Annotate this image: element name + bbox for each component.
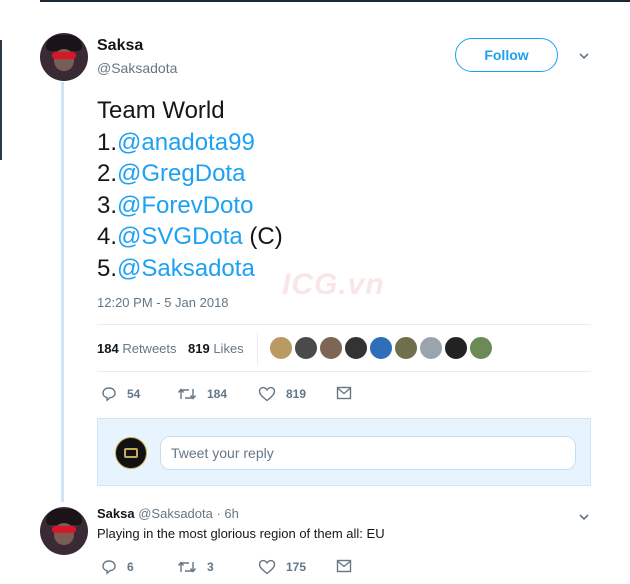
liker-avatar[interactable] <box>344 336 368 360</box>
tweet-line: 3.@ForevDoto <box>97 191 254 219</box>
mention-link[interactable]: @GregDota <box>117 160 245 187</box>
retweet-button[interactable]: 3 <box>177 559 214 575</box>
like-button[interactable]: 819 <box>258 386 306 402</box>
reply-author-handle[interactable]: @Saksadota <box>138 506 213 521</box>
reply-author-avatar[interactable] <box>40 507 88 555</box>
liker-avatar[interactable] <box>419 336 443 360</box>
tweet-line: 1.@anadota99 <box>97 128 255 156</box>
liker-avatar[interactable] <box>294 336 318 360</box>
liker-avatar[interactable] <box>319 336 343 360</box>
direct-message-button[interactable] <box>336 386 352 400</box>
heart-icon <box>258 386 276 402</box>
retweet-icon <box>177 559 197 575</box>
mention-link[interactable]: @Saksadota <box>117 255 255 282</box>
watermark: ICG.vn <box>282 268 385 301</box>
liker-avatar[interactable] <box>394 336 418 360</box>
reply-button[interactable]: 6 <box>101 559 134 575</box>
thread-line <box>61 82 64 502</box>
liker-avatar[interactable] <box>469 336 493 360</box>
left-border <box>0 40 2 160</box>
liker-avatars <box>269 336 493 360</box>
liker-avatar[interactable] <box>269 336 293 360</box>
liker-avatar[interactable] <box>369 336 393 360</box>
like-button[interactable]: 175 <box>258 559 306 575</box>
mention-link[interactable]: @anadota99 <box>117 129 255 156</box>
retweet-button[interactable]: 184 <box>177 386 227 402</box>
tweet-line: 2.@GregDota <box>97 160 246 187</box>
tweet-line: 5.@Saksadota <box>97 254 255 282</box>
tweet-text: Team World 1.@anadota99 2.@GregDota 3.@F… <box>97 95 283 284</box>
tweet-timestamp[interactable]: 12:20 PM - 5 Jan 2018 <box>97 295 229 310</box>
reply-author-name[interactable]: Saksa <box>97 506 135 521</box>
author-avatar[interactable] <box>40 33 88 81</box>
direct-message-button[interactable] <box>336 559 352 573</box>
reply-icon <box>101 559 117 575</box>
likes-stat[interactable]: 819 Likes <box>188 341 244 356</box>
mail-icon <box>336 559 352 573</box>
reply-icon <box>101 386 117 402</box>
stats-divider <box>257 333 258 365</box>
mention-link[interactable]: @ForevDoto <box>117 192 253 219</box>
follow-button[interactable]: Follow <box>455 38 558 72</box>
reply-button[interactable]: 54 <box>101 386 140 402</box>
liker-avatar[interactable] <box>444 336 468 360</box>
author-handle[interactable]: @Saksadota <box>97 60 177 76</box>
reply-text: Playing in the most glorious region of t… <box>97 526 385 541</box>
mention-link[interactable]: @SVGDota <box>117 223 243 250</box>
retweets-stat[interactable]: 184 Retweets <box>97 341 177 356</box>
heart-icon <box>258 559 276 575</box>
current-user-avatar <box>115 437 147 469</box>
mail-icon <box>336 386 352 400</box>
reply-header: Saksa @Saksadota · 6h <box>97 506 239 521</box>
tweet-stats: 184 Retweets 819 Likes <box>97 324 591 372</box>
chevron-down-icon[interactable] <box>578 50 590 62</box>
tweet-line: 4.@SVGDota (C) <box>97 223 283 250</box>
reply-time[interactable]: · 6h <box>216 506 238 521</box>
top-border <box>40 0 630 2</box>
reply-input[interactable]: Tweet your reply <box>160 436 576 470</box>
chevron-down-icon[interactable] <box>578 511 590 523</box>
reply-composer: Tweet your reply <box>97 418 591 486</box>
author-name[interactable]: Saksa <box>97 37 143 55</box>
tweet-line: Team World <box>97 97 225 124</box>
retweet-icon <box>177 386 197 402</box>
